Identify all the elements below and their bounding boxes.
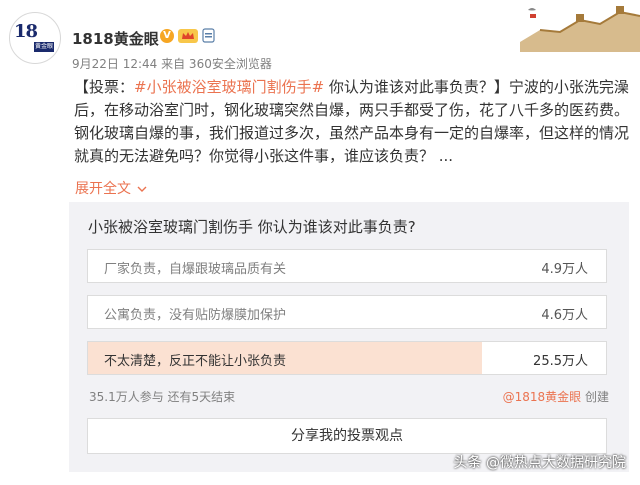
poll-creator: @1818黄金眼 创建 xyxy=(503,388,609,405)
verified-icon[interactable]: V xyxy=(160,29,174,43)
great-wall-decoration-icon xyxy=(520,6,640,52)
topic-link[interactable]: #小张被浴室玻璃门割伤手# xyxy=(134,78,324,96)
poll-option-count: 4.6万人 xyxy=(541,308,588,323)
chevron-down-icon[interactable] xyxy=(137,186,147,192)
avatar-logo-tag: 黄金眼 xyxy=(34,42,54,52)
poll-card: 小张被浴室玻璃门割伤手 你认为谁该对此事负责? 厂家负责，自爆跟玻璃品质有关 4… xyxy=(69,202,629,472)
poll-option-label: 公寓负责，没有贴防爆膜加保护 xyxy=(104,308,287,323)
watermark: 头条 @微热点大数据研究院 xyxy=(453,455,626,471)
expand-full-text-link[interactable]: 展开全文 xyxy=(75,178,147,198)
author-name[interactable]: 1818黄金眼 xyxy=(72,28,159,49)
expand-label[interactable]: 展开全文 xyxy=(75,181,131,197)
creator-link[interactable]: @1818黄金眼 xyxy=(503,390,582,404)
poll-option-selected[interactable]: 不太清楚，反正不能让小张负责 25.5万人 xyxy=(87,341,607,375)
post-text-prefix: 【投票： xyxy=(74,78,135,96)
poll-option-count: 25.5万人 xyxy=(533,354,588,369)
poll-title: 小张被浴室玻璃门割伤手 你认为谁该对此事负责? xyxy=(88,218,416,236)
post-text: 【投票：#小张被浴室玻璃门割伤手# 你认为谁该对此事负责？】宁波的小张洗完澡后，… xyxy=(74,76,629,168)
poll-option-count: 4.9万人 xyxy=(541,262,588,277)
avatar[interactable]: 18 黄金眼 xyxy=(9,12,61,64)
share-vote-button[interactable]: 分享我的投票观点 xyxy=(87,418,607,454)
crown-icon[interactable] xyxy=(178,29,198,43)
poll-option[interactable]: 厂家负责，自爆跟玻璃品质有关 4.9万人 xyxy=(87,249,607,283)
poll-option-label: 厂家负责，自爆跟玻璃品质有关 xyxy=(104,262,287,277)
poll-option-label: 不太清楚，反正不能让小张负责 xyxy=(104,354,287,369)
poll-participation: 35.1万人参与 还有5天结束 xyxy=(89,390,236,404)
creator-suffix: 创建 xyxy=(581,390,609,404)
poll-option[interactable]: 公寓负责，没有贴防爆膜加保护 4.6万人 xyxy=(87,295,607,329)
post-meta: 9月22日 12:44 来自 360安全浏览器 xyxy=(72,57,272,71)
avatar-logo-number: 18 xyxy=(14,21,38,42)
member-badge-icon[interactable] xyxy=(202,28,215,43)
